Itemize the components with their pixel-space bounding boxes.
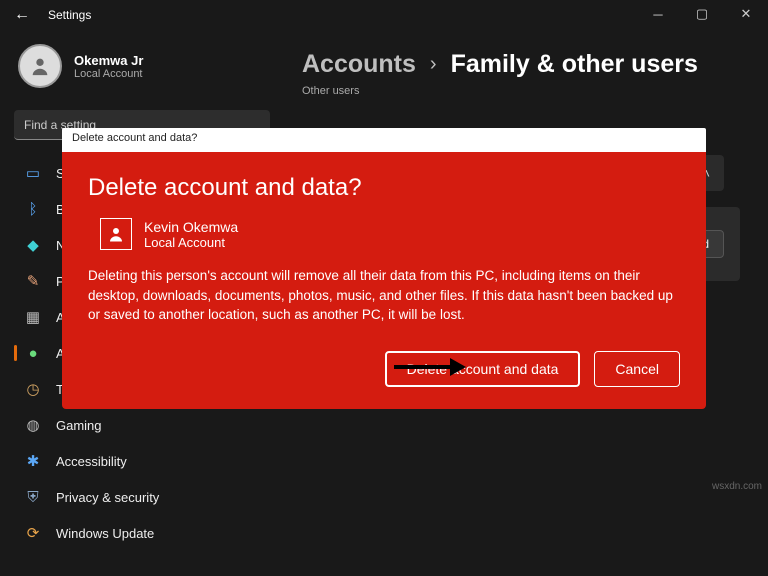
person-icon: ●: [24, 344, 42, 362]
dialog-user-sub: Local Account: [144, 235, 238, 250]
avatar-icon: [18, 44, 62, 88]
user-sub: Local Account: [74, 68, 143, 80]
maximize-button[interactable]: ▢: [680, 0, 724, 28]
nav-privacy[interactable]: ⛨Privacy & security: [14, 480, 270, 514]
apps-icon: ▦: [24, 308, 42, 326]
crumb-accounts[interactable]: Accounts: [302, 50, 416, 79]
user-name: Okemwa Jr: [74, 53, 143, 68]
current-user[interactable]: Okemwa Jr Local Account: [14, 44, 270, 88]
dialog-user: Kevin Okemwa Local Account: [100, 218, 680, 250]
system-icon: ▭: [24, 164, 42, 182]
accessibility-icon: ✱: [24, 452, 42, 470]
chevron-right-icon: ›: [430, 53, 437, 76]
brush-icon: ✎: [24, 272, 42, 290]
breadcrumb: Accounts › Family & other users: [302, 50, 740, 79]
nav-update[interactable]: ⟳Windows Update: [14, 516, 270, 550]
gamepad-icon: ◍: [24, 416, 42, 434]
dialog-heading: Delete account and data?: [88, 174, 680, 202]
app-title: Settings: [48, 8, 91, 22]
titlebar: ← Settings ─ ▢ ✕: [0, 0, 768, 30]
window-controls: ─ ▢ ✕: [636, 0, 768, 28]
delete-account-dialog: Delete account and data? Kevin Okemwa Lo…: [62, 152, 706, 409]
dialog-body: Deleting this person's account will remo…: [88, 266, 680, 325]
bluetooth-icon: ᛒ: [24, 200, 42, 218]
dialog-avatar-icon: [100, 218, 132, 250]
minimize-button[interactable]: ─: [636, 0, 680, 28]
shield-icon: ⛨: [24, 488, 42, 506]
back-button[interactable]: ←: [8, 1, 36, 29]
wifi-icon: ◆: [24, 236, 42, 254]
arrow-icon: [392, 356, 466, 383]
nav-gaming[interactable]: ◍Gaming: [14, 408, 270, 442]
dialog-user-name: Kevin Okemwa: [144, 219, 238, 235]
section-label: Other users: [302, 85, 740, 97]
clock-icon: ◷: [24, 380, 42, 398]
update-icon: ⟳: [24, 524, 42, 542]
close-button[interactable]: ✕: [724, 0, 768, 28]
watermark: wsxdn.com: [712, 481, 762, 492]
cancel-button[interactable]: Cancel: [594, 351, 680, 387]
dialog-buttons: Delete account and data Cancel: [88, 351, 680, 387]
crumb-page: Family & other users: [451, 50, 698, 79]
dialog-titlebar: Delete account and data?: [62, 128, 706, 152]
nav-accessibility[interactable]: ✱Accessibility: [14, 444, 270, 478]
